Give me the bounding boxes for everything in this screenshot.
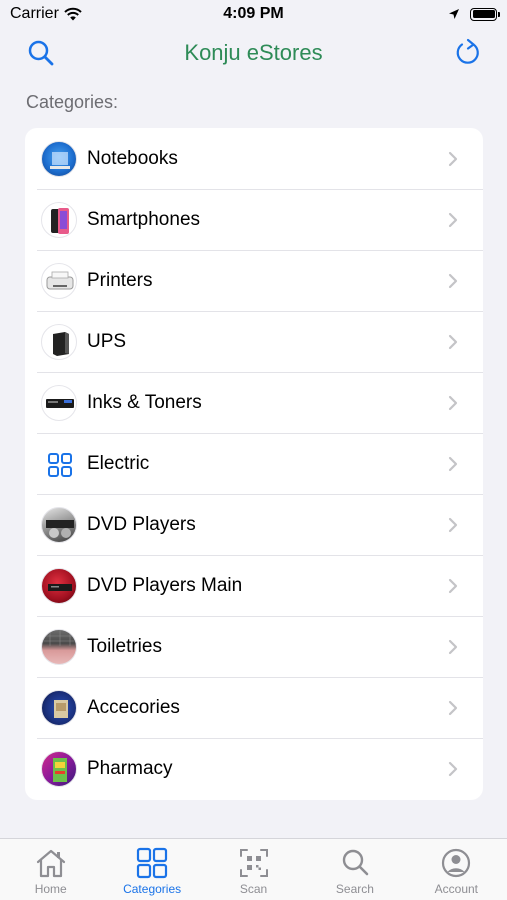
search-icon [342,849,369,876]
carrier-label: Carrier [10,5,59,22]
tab-scan[interactable]: Scan [203,839,304,900]
qr-scan-icon [239,849,268,877]
list-item[interactable]: Toiletries [25,616,483,677]
list-item[interactable]: Accecories [25,677,483,738]
chevron-right-icon [448,395,458,410]
smartphone-thumbnail [41,201,77,238]
notebook-thumbnail [41,140,77,177]
account-icon [442,848,471,878]
printer-thumbnail [41,262,77,299]
list-item-label: Pharmacy [87,757,173,779]
wifi-icon [64,7,82,21]
refresh-button[interactable] [451,36,485,70]
accessories-thumbnail [41,689,77,726]
chevron-right-icon [448,639,458,654]
section-header: Categories: [26,92,119,112]
chevron-right-icon [448,273,458,288]
search-button[interactable] [24,36,58,70]
list-item[interactable]: Printers [25,250,483,311]
toiletries-thumbnail [41,628,77,665]
tab-home[interactable]: Home [0,839,101,900]
list-item-label: Toiletries [87,635,162,657]
list-item[interactable]: DVD Players [25,494,483,555]
grid-icon [41,445,77,482]
page-title: Konju eStores [184,40,323,65]
tab-label: Categories [123,882,182,896]
list-item[interactable]: DVD Players Main [25,555,483,616]
chevron-right-icon [448,761,458,776]
location-arrow-icon [449,9,459,19]
grid-icon [137,847,168,879]
list-item-label: Accecories [87,696,180,718]
status-bar: Carrier 4:09 PM [0,0,507,28]
refresh-icon [456,38,479,64]
toner-thumbnail [41,384,77,421]
chevron-right-icon [448,517,458,532]
list-item[interactable]: UPS [25,311,483,372]
chevron-right-icon [448,700,458,715]
list-item-label: UPS [87,330,127,352]
list-item-label: Printers [87,269,153,291]
ups-thumbnail [41,323,77,360]
list-item-label: Electric [87,452,150,474]
tab-bar: Home Categories Scan Search Account [0,838,507,900]
list-item-label: Notebooks [87,147,178,169]
list-item-label: DVD Players [87,513,196,535]
list-item[interactable]: Inks & Toners [25,372,483,433]
chevron-right-icon [448,151,458,166]
dvd-player-main-thumbnail [41,567,77,604]
search-icon [28,40,54,66]
list-item-label: DVD Players Main [87,574,243,596]
tab-label: Home [34,882,67,896]
chevron-right-icon [448,212,458,227]
tab-categories[interactable]: Categories [101,839,202,900]
list-item[interactable]: Pharmacy [25,738,483,799]
list-item[interactable]: Electric [25,433,483,494]
battery-icon [470,7,500,21]
list-item[interactable]: Notebooks [25,128,483,189]
category-list: Notebooks Smartphones Printers UPS Inks … [25,128,483,800]
tab-search[interactable]: Search [304,839,405,900]
list-item-label: Smartphones [87,208,201,230]
chevron-right-icon [448,334,458,349]
list-item[interactable]: Smartphones [25,189,483,250]
list-item-label: Inks & Toners [87,391,202,413]
tab-label: Scan [239,882,268,896]
dvd-player-thumbnail [41,506,77,543]
pharmacy-thumbnail [41,750,77,787]
chevron-right-icon [448,578,458,593]
tab-label: Account [434,882,478,896]
tab-account[interactable]: Account [406,839,507,900]
navigation-bar: Konju eStores [0,30,507,76]
home-icon [36,849,65,878]
tab-label: Search [335,882,374,896]
chevron-right-icon [448,456,458,471]
